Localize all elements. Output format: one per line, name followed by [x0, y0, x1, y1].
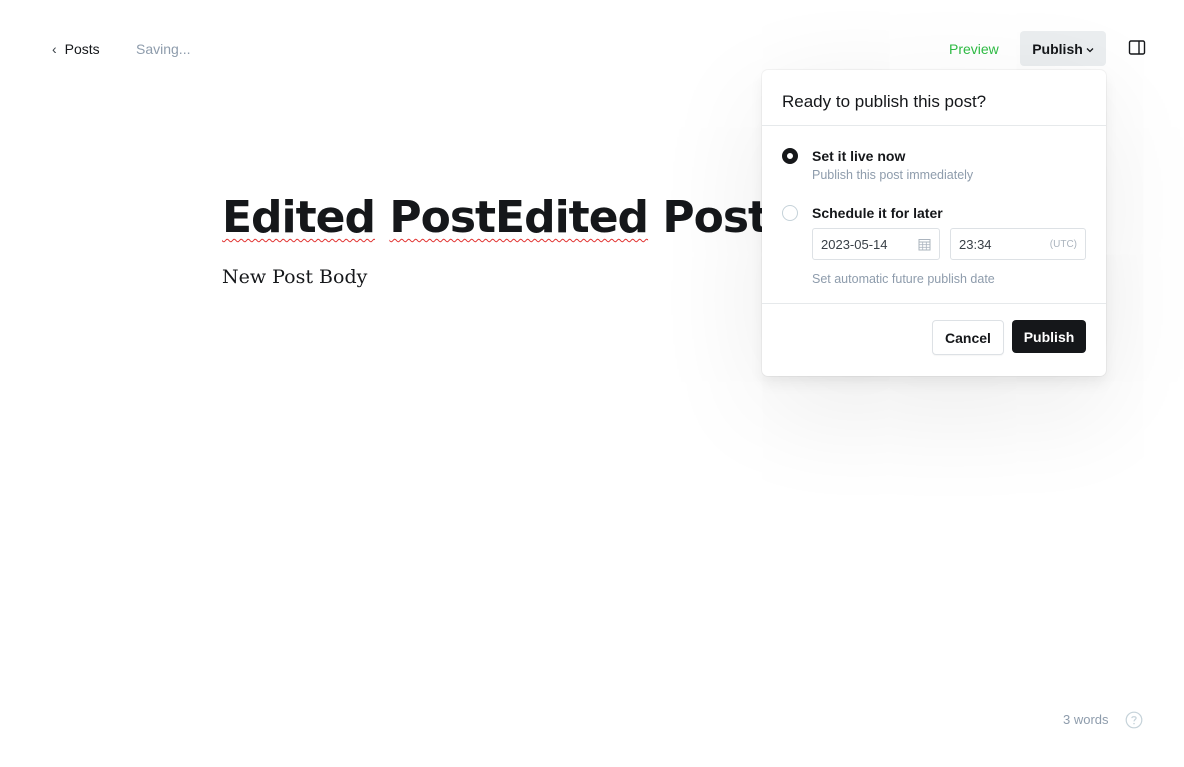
preview-button[interactable]: Preview [942, 35, 1006, 63]
radio-publish-now[interactable] [782, 148, 798, 164]
title-word: PostEdited [389, 192, 649, 243]
back-to-posts-link[interactable]: ‹ Posts [52, 38, 100, 60]
publish-options: Set it live now Publish this post immedi… [762, 126, 1106, 304]
help-icon[interactable] [1125, 711, 1143, 729]
option-subtitle: Publish this post immediately [812, 168, 974, 182]
schedule-hint: Set automatic future publish date [812, 272, 995, 286]
confirm-publish-button[interactable]: Publish [1012, 320, 1086, 353]
option-schedule[interactable]: Schedule it for later [782, 205, 1082, 225]
radio-schedule[interactable] [782, 205, 798, 221]
publish-popover: Ready to publish this post? Set it live … [762, 70, 1106, 376]
chevron-down-icon [1086, 48, 1094, 53]
word-count: 3 words [1063, 712, 1109, 727]
title-word: Edited [222, 192, 376, 243]
chevron-left-icon: ‹ [52, 41, 57, 57]
publish-menu-trigger[interactable]: Publish [1020, 31, 1106, 66]
calendar-icon[interactable] [918, 238, 931, 251]
save-status: Saving... [136, 41, 191, 57]
publish-trigger-label: Publish [1032, 40, 1083, 57]
schedule-time-input[interactable]: 23:34 (UTC) [950, 228, 1086, 260]
schedule-date-input[interactable]: 2023-05-14 [812, 228, 940, 260]
option-title: Schedule it for later [812, 205, 943, 221]
timezone-label: (UTC) [1049, 238, 1077, 250]
cancel-button[interactable]: Cancel [932, 320, 1004, 355]
popover-heading: Ready to publish this post? [762, 70, 1106, 126]
option-title: Set it live now [812, 148, 906, 164]
date-value: 2023-05-14 [821, 236, 888, 252]
sidebar-toggle-icon[interactable] [1128, 39, 1146, 57]
popover-footer: Cancel Publish [762, 304, 1106, 376]
time-value: 23:34 [959, 236, 992, 252]
back-link-label: Posts [64, 41, 100, 57]
option-publish-now[interactable]: Set it live now Publish this post immedi… [782, 148, 1082, 188]
